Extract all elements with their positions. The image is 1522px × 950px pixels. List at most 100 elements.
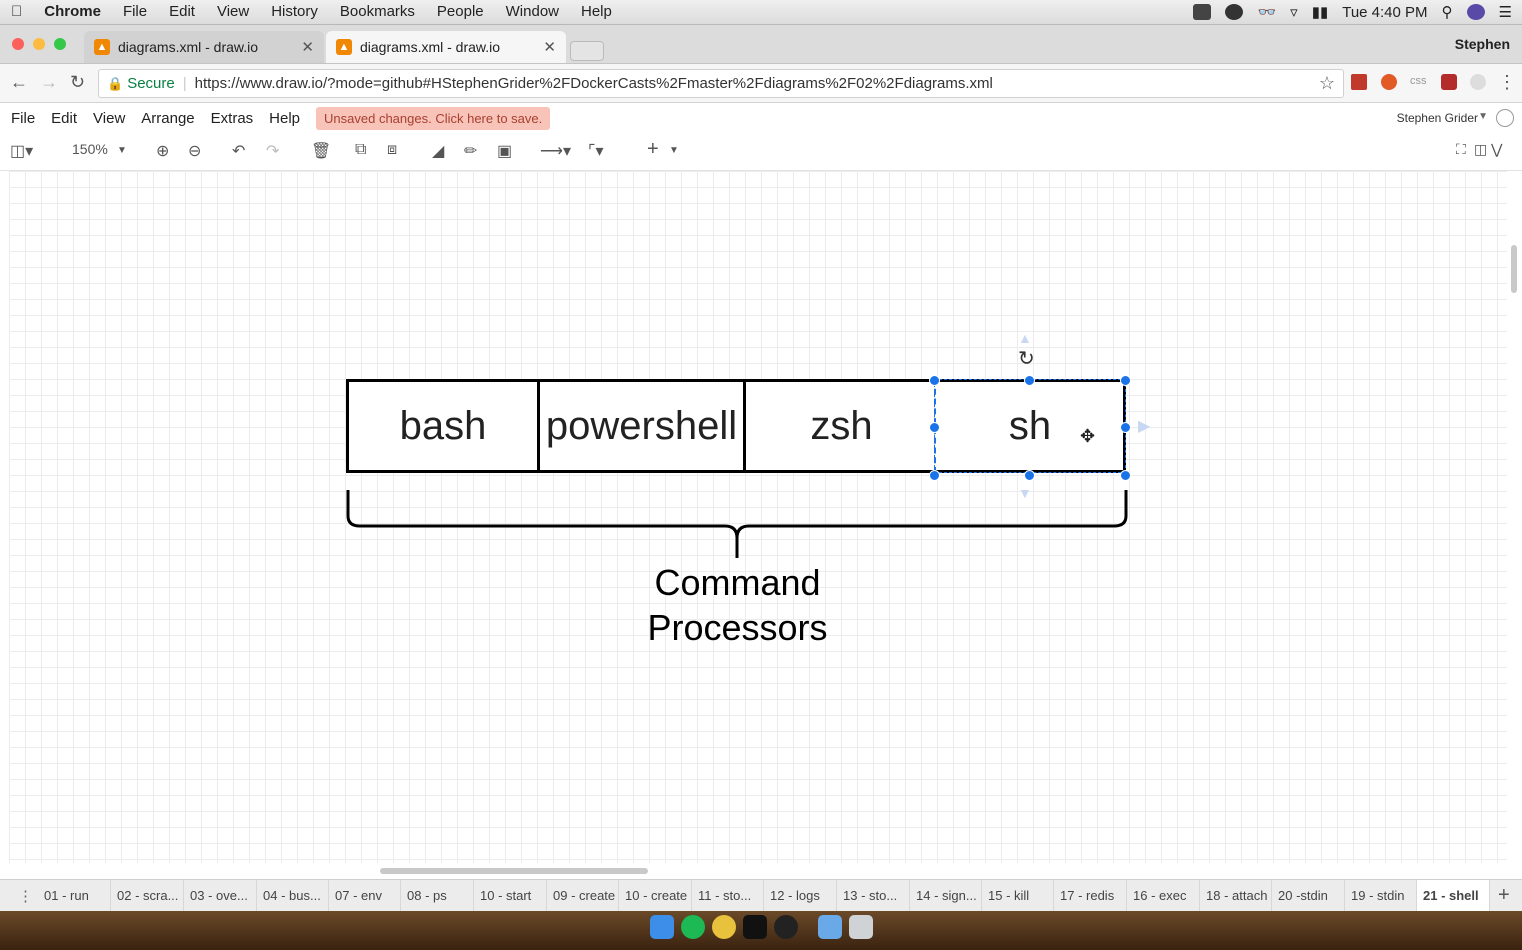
fullscreen-icon[interactable]: ⛶ bbox=[1456, 141, 1466, 158]
page-tab[interactable]: 13 - sto... bbox=[837, 880, 910, 911]
siri-icon[interactable] bbox=[1466, 4, 1485, 20]
resize-handle[interactable] bbox=[1120, 375, 1131, 386]
spotlight-icon[interactable]: ⚲ bbox=[1442, 3, 1453, 21]
extension-icon[interactable] bbox=[1470, 74, 1486, 90]
cell-bash[interactable]: bash bbox=[346, 379, 540, 473]
page-tab[interactable]: 19 - stdin bbox=[1345, 880, 1417, 911]
waypoints-icon[interactable]: ⌜▾ bbox=[588, 141, 604, 161]
new-tab-button[interactable] bbox=[570, 41, 604, 61]
globe-icon[interactable] bbox=[1496, 109, 1514, 127]
back-icon[interactable]: ← bbox=[10, 72, 28, 93]
page-tab[interactable]: 12 - logs bbox=[764, 880, 837, 911]
menu-app-name[interactable]: Chrome bbox=[33, 0, 112, 24]
page-tab[interactable]: 01 - run bbox=[38, 880, 111, 911]
drawio-menu-help[interactable]: Help bbox=[261, 110, 308, 127]
connection-icon[interactable]: ⟶▾ bbox=[540, 141, 571, 161]
collapse-icon[interactable]: ⋁ bbox=[1491, 141, 1502, 158]
fill-color-icon[interactable]: ◢ bbox=[432, 141, 444, 161]
line-color-icon[interactable]: ✏ bbox=[464, 141, 477, 161]
arrow-up-icon[interactable]: ▲ bbox=[1018, 330, 1032, 346]
resize-handle[interactable] bbox=[929, 375, 940, 386]
command-processors-label[interactable]: Command Processors bbox=[600, 560, 875, 650]
page-tab[interactable]: 09 - create bbox=[547, 880, 619, 911]
resize-handle[interactable] bbox=[1024, 470, 1035, 481]
vertical-scrollbar[interactable] bbox=[1511, 245, 1517, 293]
css-extension-icon[interactable]: css bbox=[1410, 75, 1427, 87]
user-name[interactable]: Stephen Grider bbox=[1397, 111, 1478, 125]
drawio-menu-arrange[interactable]: Arrange bbox=[133, 110, 202, 127]
chrome-icon[interactable] bbox=[712, 915, 736, 939]
zoom-window-button[interactable] bbox=[54, 38, 66, 50]
format-panel-icon[interactable]: ◫▾ bbox=[10, 141, 33, 161]
zoom-out-icon[interactable]: ⊖ bbox=[188, 141, 201, 161]
cell-sh-selected[interactable]: sh bbox=[934, 379, 1126, 473]
minimize-window-button[interactable] bbox=[33, 38, 45, 50]
page-tab[interactable]: 11 - sto... bbox=[692, 880, 764, 911]
glasses-icon[interactable]: 👓 bbox=[1257, 3, 1276, 21]
page-tab[interactable]: 16 - exec bbox=[1127, 880, 1200, 911]
resize-handle[interactable] bbox=[1024, 375, 1035, 386]
zoom-in-icon[interactable]: ⊕ bbox=[156, 141, 169, 161]
drawio-menu-extras[interactable]: Extras bbox=[203, 110, 262, 127]
drawio-menu-file[interactable]: File bbox=[3, 110, 43, 127]
page-tab[interactable]: 17 - redis bbox=[1054, 880, 1127, 911]
chrome-menu-icon[interactable]: ⋮ bbox=[1498, 72, 1516, 93]
rotate-handle-icon[interactable]: ↻ bbox=[1018, 346, 1035, 371]
tab-diagrams-1[interactable]: ▲ diagrams.xml - draw.io ✕ bbox=[84, 31, 324, 63]
page-tab[interactable]: 14 - sign... bbox=[910, 880, 982, 911]
spotify-icon[interactable] bbox=[681, 915, 705, 939]
tab-diagrams-2[interactable]: ▲ diagrams.xml - draw.io ✕ bbox=[326, 31, 566, 63]
profile-name[interactable]: Stephen bbox=[1455, 36, 1510, 52]
page-tab-active[interactable]: 21 - shell bbox=[1417, 880, 1490, 911]
trash-icon[interactable] bbox=[849, 915, 873, 939]
obs-icon[interactable] bbox=[774, 915, 798, 939]
page-tab[interactable]: 10 - create bbox=[619, 880, 692, 911]
resize-handle[interactable] bbox=[929, 422, 940, 433]
unsaved-changes-button[interactable]: Unsaved changes. Click here to save. bbox=[316, 106, 551, 130]
menu-bookmarks[interactable]: Bookmarks bbox=[329, 0, 426, 24]
insert-icon[interactable]: + bbox=[647, 138, 659, 161]
arrow-right-icon[interactable]: ▶ bbox=[1138, 416, 1150, 436]
page-tab[interactable]: 08 - ps bbox=[401, 880, 474, 911]
close-window-button[interactable] bbox=[12, 38, 24, 50]
menu-window[interactable]: Window bbox=[495, 0, 570, 24]
delete-icon[interactable]: 🗑 bbox=[311, 141, 331, 161]
pages-menu-icon[interactable]: ⋮ bbox=[18, 887, 33, 905]
to-back-icon[interactable]: ⧈ bbox=[387, 141, 397, 159]
wifi-icon[interactable]: ▿ bbox=[1290, 3, 1298, 21]
menu-edit[interactable]: Edit bbox=[158, 0, 206, 24]
shadow-icon[interactable]: ▣ bbox=[497, 141, 512, 161]
page-tab[interactable]: 20 -stdin bbox=[1272, 880, 1345, 911]
chevron-down-icon[interactable]: ▼ bbox=[669, 145, 679, 156]
menu-people[interactable]: People bbox=[426, 0, 495, 24]
zoom-select[interactable]: 150% bbox=[72, 141, 108, 157]
terminal-icon[interactable] bbox=[743, 915, 767, 939]
drawio-menu-edit[interactable]: Edit bbox=[43, 110, 85, 127]
bookmark-star-icon[interactable]: ☆ bbox=[1319, 73, 1335, 94]
menu-history[interactable]: History bbox=[260, 0, 329, 24]
close-tab-icon[interactable]: ✕ bbox=[543, 38, 556, 56]
curly-brace[interactable] bbox=[340, 488, 1135, 563]
extension-icon[interactable] bbox=[1441, 74, 1457, 90]
page-tab[interactable]: 02 - scra... bbox=[111, 880, 184, 911]
menu-help[interactable]: Help bbox=[570, 0, 623, 24]
drawio-menu-view[interactable]: View bbox=[85, 110, 133, 127]
add-page-icon[interactable]: + bbox=[1498, 884, 1510, 907]
reload-icon[interactable]: ↻ bbox=[70, 72, 85, 93]
battery-icon[interactable]: ▮▮ bbox=[1312, 3, 1329, 21]
page-tab[interactable]: 07 - env bbox=[329, 880, 401, 911]
finder-icon[interactable] bbox=[650, 915, 674, 939]
horizontal-scrollbar[interactable] bbox=[380, 868, 648, 874]
page-tab[interactable]: 15 - kill bbox=[982, 880, 1054, 911]
chevron-down-icon[interactable]: ▼ bbox=[1478, 111, 1488, 122]
cell-zsh[interactable]: zsh bbox=[743, 379, 937, 473]
clock[interactable]: Tue 4:40 PM bbox=[1342, 4, 1427, 21]
resize-handle[interactable] bbox=[929, 470, 940, 481]
cell-powershell[interactable]: powershell bbox=[537, 379, 746, 473]
apple-icon[interactable]:  bbox=[0, 0, 33, 24]
to-front-icon[interactable]: ⧉ bbox=[355, 141, 366, 159]
resize-handle[interactable] bbox=[1120, 470, 1131, 481]
resize-handle[interactable] bbox=[1120, 422, 1131, 433]
folder-icon[interactable] bbox=[818, 915, 842, 939]
close-tab-icon[interactable]: ✕ bbox=[301, 38, 314, 56]
